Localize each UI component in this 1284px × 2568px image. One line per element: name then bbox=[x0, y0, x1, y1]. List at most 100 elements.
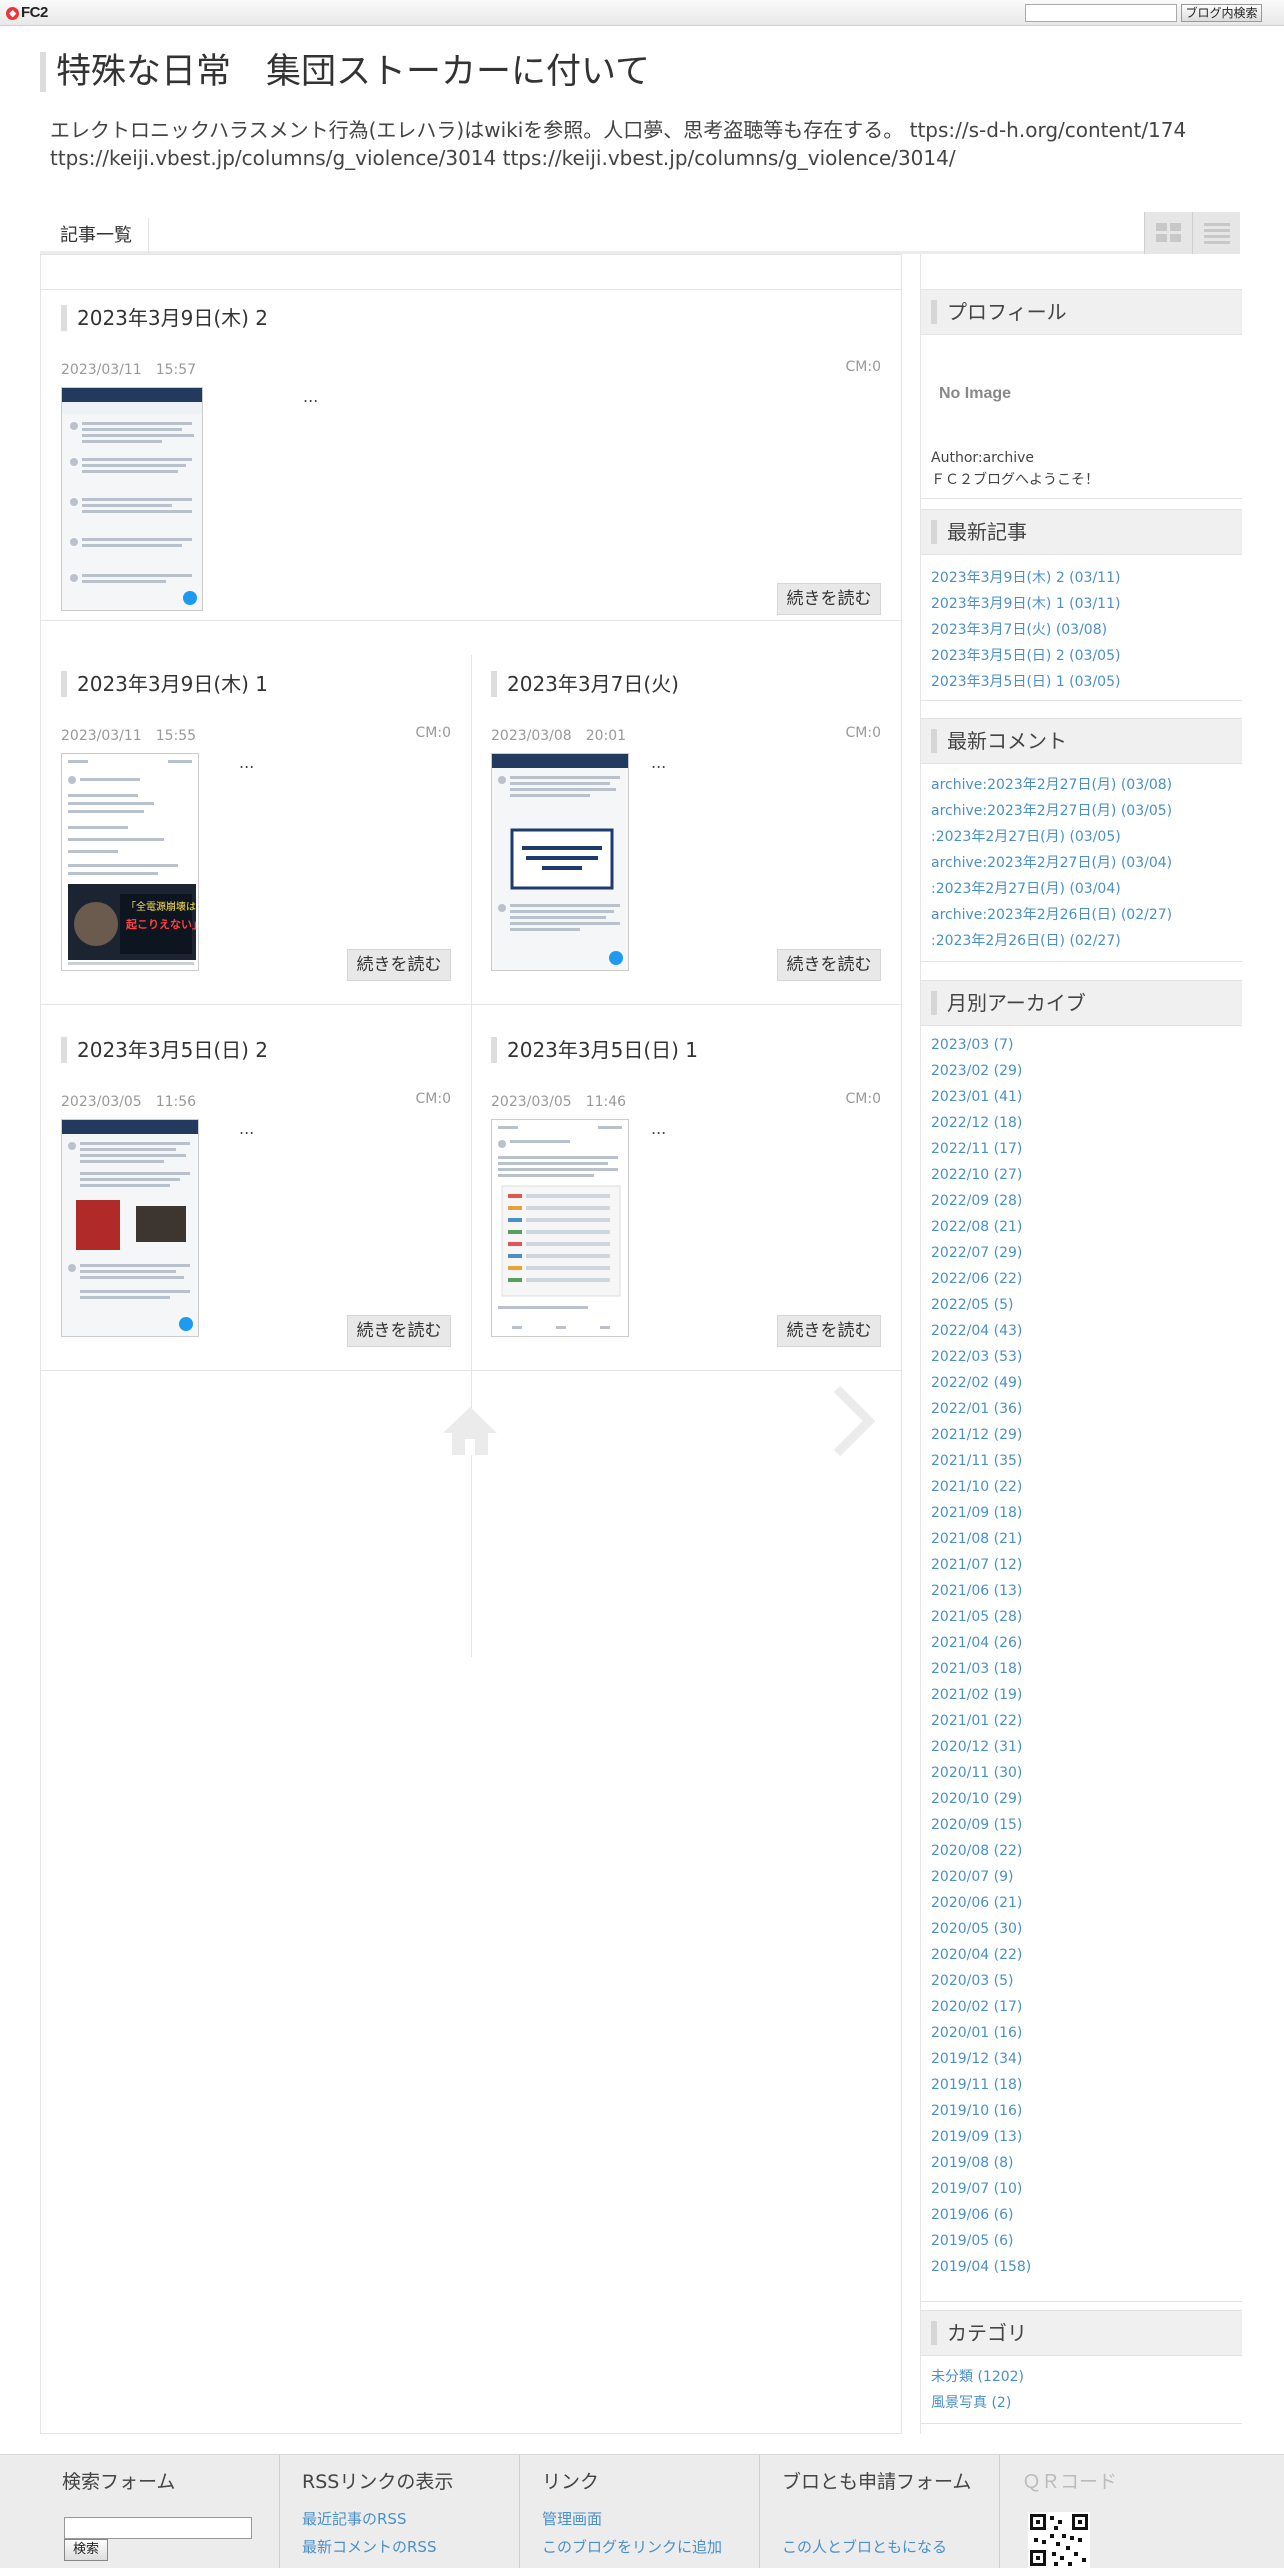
archive-month-link[interactable]: 2019/05 (6) bbox=[921, 2228, 1242, 2254]
archive-month-link[interactable]: 2020/04 (22) bbox=[921, 1942, 1242, 1968]
read-more-button[interactable]: 続きを読む bbox=[777, 949, 881, 981]
post-comment-count[interactable]: CM:0 bbox=[846, 725, 881, 741]
archive-month-link[interactable]: 2020/02 (17) bbox=[921, 1994, 1242, 2020]
post-excerpt: ... bbox=[303, 387, 319, 406]
archive-month-link[interactable]: 2021/02 (19) bbox=[921, 1682, 1242, 1708]
archive-month-link[interactable]: 2019/12 (34) bbox=[921, 2046, 1242, 2072]
blog-search-button[interactable]: ブログ内検索 bbox=[1181, 4, 1262, 22]
archive-month-link[interactable]: 2019/04 (158) bbox=[921, 2254, 1242, 2280]
archive-month-link[interactable]: 2022/08 (21) bbox=[921, 1214, 1242, 1240]
archive-month-link[interactable]: 2020/05 (30) bbox=[921, 1916, 1242, 1942]
recent-comment-link[interactable]: :2023年2月27日(月) (03/04) bbox=[921, 876, 1242, 902]
list-view-button[interactable] bbox=[1192, 212, 1240, 254]
recent-post-link[interactable]: 2023年3月7日(火) (03/08) bbox=[921, 617, 1242, 643]
post-comment-count[interactable]: CM:0 bbox=[416, 725, 451, 741]
archive-month-link[interactable]: 2020/10 (29) bbox=[921, 1786, 1242, 1812]
archive-month-link[interactable]: 2022/04 (43) bbox=[921, 1318, 1242, 1344]
post-thumbnail[interactable]: 「全電源崩壊は 起こりえない」 bbox=[61, 753, 199, 971]
recent-comment-link[interactable]: :2023年2月27日(月) (03/05) bbox=[921, 824, 1242, 850]
archive-month-link[interactable]: 2019/06 (6) bbox=[921, 2202, 1242, 2228]
archive-month-link[interactable]: 2022/07 (29) bbox=[921, 1240, 1242, 1266]
archive-month-link[interactable]: 2020/01 (16) bbox=[921, 2020, 1242, 2046]
archive-month-link[interactable]: 2021/09 (18) bbox=[921, 1500, 1242, 1526]
archive-month-link[interactable]: 2020/11 (30) bbox=[921, 1760, 1242, 1786]
footer-search-button[interactable]: 検索 bbox=[64, 2539, 108, 2561]
archive-month-link[interactable]: 2019/11 (18) bbox=[921, 2072, 1242, 2098]
recent-post-link[interactable]: 2023年3月5日(日) 1 (03/05) bbox=[921, 669, 1242, 695]
post-thumbnail[interactable] bbox=[61, 1119, 199, 1337]
blog-search-input[interactable] bbox=[1025, 4, 1177, 22]
admin-link[interactable]: 管理画面 bbox=[542, 2505, 722, 2533]
archive-month-link[interactable]: 2022/09 (28) bbox=[921, 1188, 1242, 1214]
post-thumbnail[interactable] bbox=[61, 387, 203, 611]
archive-month-link[interactable]: 2021/07 (12) bbox=[921, 1552, 1242, 1578]
read-more-button[interactable]: 続きを読む bbox=[347, 949, 451, 981]
archive-month-link[interactable]: 2023/02 (29) bbox=[921, 1058, 1242, 1084]
archive-month-link[interactable]: 2021/01 (22) bbox=[921, 1708, 1242, 1734]
archive-month-link[interactable]: 2023/03 (7) bbox=[921, 1032, 1242, 1058]
archive-month-link[interactable]: 2020/07 (9) bbox=[921, 1864, 1242, 1890]
archive-month-link[interactable]: 2019/08 (8) bbox=[921, 2150, 1242, 2176]
archive-month-link[interactable]: 2019/09 (13) bbox=[921, 2124, 1242, 2150]
archive-month-link[interactable]: 2022/10 (27) bbox=[921, 1162, 1242, 1188]
category-link[interactable]: 未分類 (1202) bbox=[921, 2364, 1242, 2390]
recent-post-link[interactable]: 2023年3月9日(木) 2 (03/11) bbox=[921, 565, 1242, 591]
rss-recent-posts-link[interactable]: 最近記事のRSS bbox=[302, 2505, 436, 2533]
become-friend-link[interactable]: この人とブロともになる bbox=[782, 2533, 947, 2561]
grid-view-button[interactable] bbox=[1144, 212, 1192, 254]
next-page-button[interactable] bbox=[831, 1385, 876, 1461]
recent-comment-link[interactable]: archive:2023年2月27日(月) (03/08) bbox=[921, 772, 1242, 798]
footer-search-input[interactable] bbox=[64, 2517, 252, 2539]
nav-item-article-list[interactable]: 記事一覧 bbox=[44, 218, 149, 254]
archive-month-link[interactable]: 2021/12 (29) bbox=[921, 1422, 1242, 1448]
post-title[interactable]: 2023年3月7日(火) bbox=[491, 671, 679, 697]
read-more-button[interactable]: 続きを読む bbox=[777, 583, 881, 615]
recent-post-link[interactable]: 2023年3月5日(日) 2 (03/05) bbox=[921, 643, 1242, 669]
post-comment-count[interactable]: CM:0 bbox=[846, 1091, 881, 1107]
blog-title[interactable]: 特殊な日常 集団ストーカーに付いて bbox=[40, 52, 650, 92]
archive-month-link[interactable]: 2022/03 (53) bbox=[921, 1344, 1242, 1370]
recent-comment-link[interactable]: :2023年2月26日(日) (02/27) bbox=[921, 928, 1242, 954]
recent-comment-link[interactable]: archive:2023年2月27日(月) (03/04) bbox=[921, 850, 1242, 876]
archive-month-link[interactable]: 2020/08 (22) bbox=[921, 1838, 1242, 1864]
post-title[interactable]: 2023年3月5日(日) 1 bbox=[491, 1037, 698, 1063]
rss-recent-comments-link[interactable]: 最新コメントのRSS bbox=[302, 2533, 436, 2561]
archive-month-link[interactable]: 2020/12 (31) bbox=[921, 1734, 1242, 1760]
post-thumbnail[interactable] bbox=[491, 1119, 629, 1337]
archive-month-link[interactable]: 2022/01 (36) bbox=[921, 1396, 1242, 1422]
archive-month-link[interactable]: 2022/12 (18) bbox=[921, 1110, 1242, 1136]
recent-comment-link[interactable]: archive:2023年2月27日(月) (03/05) bbox=[921, 798, 1242, 824]
fc2-logo[interactable]: ◆ FC2 bbox=[6, 4, 48, 21]
archive-month-link[interactable]: 2023/01 (41) bbox=[921, 1084, 1242, 1110]
archive-month-link[interactable]: 2020/09 (15) bbox=[921, 1812, 1242, 1838]
archive-month-link[interactable]: 2021/04 (26) bbox=[921, 1630, 1242, 1656]
post-date: 2023/03/08 20:01 bbox=[491, 728, 627, 744]
home-button[interactable] bbox=[441, 1405, 499, 1461]
archive-month-link[interactable]: 2022/06 (22) bbox=[921, 1266, 1242, 1292]
archive-month-link[interactable]: 2020/06 (21) bbox=[921, 1890, 1242, 1916]
post-title[interactable]: 2023年3月5日(日) 2 bbox=[61, 1037, 268, 1063]
archive-month-link[interactable]: 2021/10 (22) bbox=[921, 1474, 1242, 1500]
archive-month-link[interactable]: 2022/02 (49) bbox=[921, 1370, 1242, 1396]
post-title[interactable]: 2023年3月9日(木) 1 bbox=[61, 671, 268, 697]
post-title[interactable]: 2023年3月9日(木) 2 bbox=[61, 305, 268, 331]
post-comment-count[interactable]: CM:0 bbox=[846, 359, 881, 375]
archive-month-link[interactable]: 2019/10 (16) bbox=[921, 2098, 1242, 2124]
read-more-button[interactable]: 続きを読む bbox=[347, 1315, 451, 1347]
post-thumbnail[interactable] bbox=[491, 753, 629, 971]
add-link-link[interactable]: このブログをリンクに追加 bbox=[542, 2533, 722, 2561]
read-more-button[interactable]: 続きを読む bbox=[777, 1315, 881, 1347]
archive-month-link[interactable]: 2021/05 (28) bbox=[921, 1604, 1242, 1630]
archive-month-link[interactable]: 2022/05 (5) bbox=[921, 1292, 1242, 1318]
category-link[interactable]: 風景写真 (2) bbox=[921, 2390, 1242, 2416]
archive-month-link[interactable]: 2022/11 (17) bbox=[921, 1136, 1242, 1162]
archive-month-link[interactable]: 2021/11 (35) bbox=[921, 1448, 1242, 1474]
archive-month-link[interactable]: 2019/07 (10) bbox=[921, 2176, 1242, 2202]
archive-month-link[interactable]: 2021/08 (21) bbox=[921, 1526, 1242, 1552]
archive-month-link[interactable]: 2021/03 (18) bbox=[921, 1656, 1242, 1682]
archive-month-link[interactable]: 2020/03 (5) bbox=[921, 1968, 1242, 1994]
archive-month-link[interactable]: 2021/06 (13) bbox=[921, 1578, 1242, 1604]
recent-post-link[interactable]: 2023年3月9日(木) 1 (03/11) bbox=[921, 591, 1242, 617]
recent-comment-link[interactable]: archive:2023年2月26日(日) (02/27) bbox=[921, 902, 1242, 928]
post-comment-count[interactable]: CM:0 bbox=[416, 1091, 451, 1107]
